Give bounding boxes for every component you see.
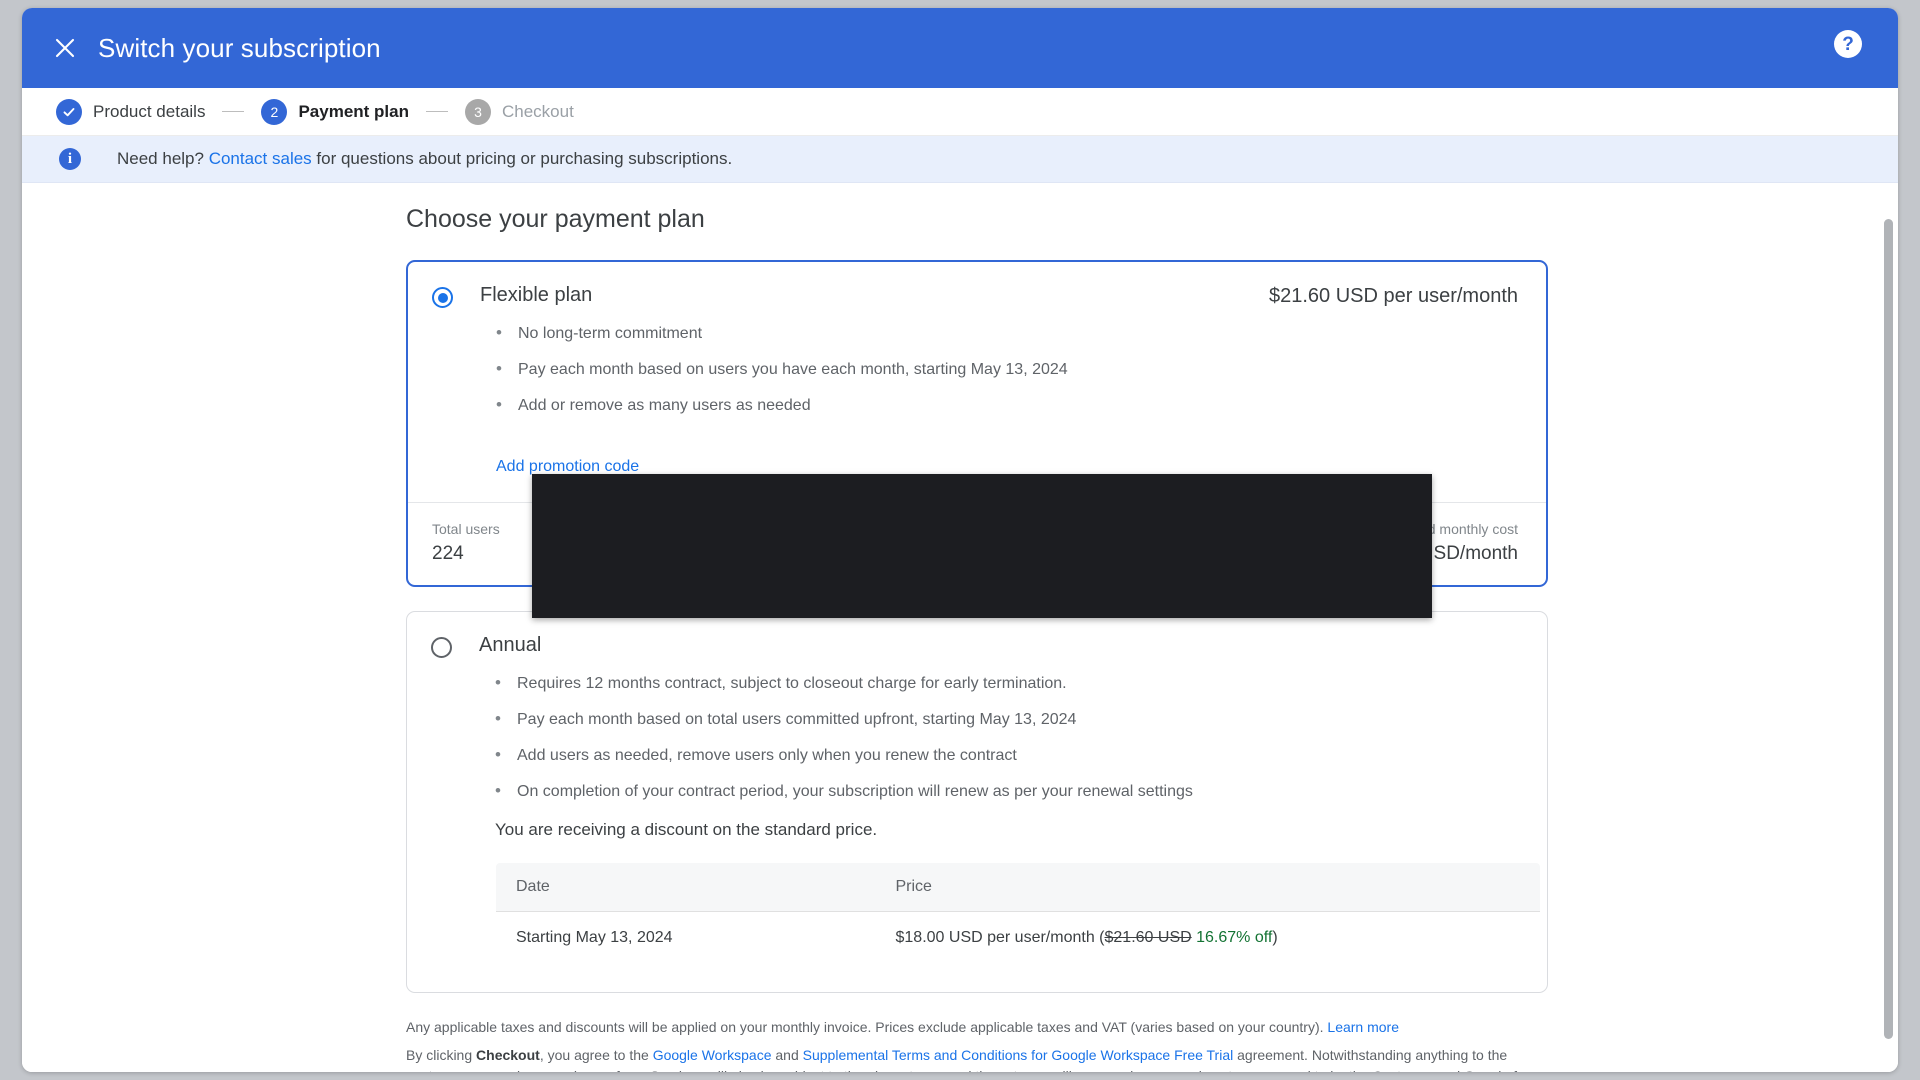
plan-flexible-name: Flexible plan [480, 284, 593, 306]
info-banner-text: Need help? Contact sales for questions a… [117, 149, 732, 169]
total-users-value: 224 [432, 543, 464, 564]
price-strikethrough: $21.60 USD [1104, 929, 1192, 946]
plan-flexible-price: $21.60 USD per user/month [1268, 285, 1518, 307]
dialog-header: Switch your subscription ? [22, 8, 1898, 88]
total-users-block: Total users 224 [432, 521, 500, 565]
plan-card-annual-body: Annual Requires 12 months contract, subj… [407, 612, 1547, 992]
annual-price-table-body: Starting May 13, 2024 $18.00 USD per use… [496, 911, 1540, 965]
section-title: Choose your payment plan [406, 205, 705, 233]
plan-annual-header: Annual [431, 634, 1519, 658]
learn-more-link[interactable]: Learn more [1327, 1019, 1399, 1035]
list-item: Add or remove as many users as needed [496, 396, 1518, 414]
page-title: Switch your subscription [98, 32, 381, 63]
stepper: Product details 2 Payment plan 3 Checkou… [22, 88, 1898, 136]
plan-annual-name: Annual [479, 634, 542, 656]
vertical-scrollbar-thumb[interactable] [1884, 219, 1893, 1039]
stepper-separator [222, 111, 245, 112]
stepper-label-payment-plan: Payment plan [298, 101, 409, 121]
discount-note: You are receiving a discount on the stan… [495, 820, 878, 839]
list-item: Pay each month based on total users comm… [495, 710, 1519, 728]
plan-flexible-bullets: No long-term commitment Pay each month b… [496, 324, 1518, 414]
column-header-date: Date [496, 863, 876, 912]
column-header-price: Price [875, 863, 1540, 912]
radio-flexible-plan[interactable] [432, 287, 453, 308]
stepper-label-checkout: Checkout [502, 101, 574, 121]
help-icon[interactable]: ? [1834, 30, 1862, 58]
price-end: ) [1272, 929, 1278, 946]
stepper-step-product-details[interactable]: Product details [56, 98, 206, 125]
plan-card-flexible-body: Flexible plan $21.60 USD per user/month … [408, 262, 1546, 502]
step-badge-done [56, 98, 82, 125]
contact-sales-link[interactable]: Contact sales [209, 149, 312, 168]
stepper-separator [426, 111, 448, 112]
legal-taxes-text: Any applicable taxes and discounts will … [406, 1019, 1328, 1035]
legal-terms-c: and [771, 1047, 803, 1064]
info-banner: i Need help? Contact sales for questions… [22, 136, 1898, 183]
close-icon[interactable] [48, 31, 82, 65]
total-users-label: Total users [432, 521, 500, 537]
legal-terms-b: , you agree to the [539, 1047, 653, 1064]
redaction-overlay [532, 474, 1432, 618]
list-item: Requires 12 months contract, subject to … [495, 674, 1519, 692]
step-badge-current: 2 [261, 98, 288, 125]
price-main: $18.00 USD per user/month ( [895, 929, 1105, 946]
info-icon: i [59, 148, 81, 170]
legal-line-terms: By clicking Checkout, you agree to the G… [406, 1045, 1548, 1072]
stepper-label-product-details: Product details [93, 101, 206, 121]
stepper-step-checkout[interactable]: 3 Checkout [465, 98, 574, 125]
legal-checkout-bold: Checkout [476, 1047, 540, 1064]
switch-subscription-dialog: Switch your subscription ? Product detai… [22, 8, 1898, 1072]
list-item: No long-term commitment [496, 324, 1518, 342]
legal-terms-a: By clicking [406, 1047, 477, 1064]
table-row: Starting May 13, 2024 $18.00 USD per use… [496, 911, 1540, 965]
info-text-after: for questions about pricing or purchasin… [311, 149, 733, 168]
price-discount-percent: 16.67% off [1196, 929, 1273, 946]
table-header-row: Date Price [496, 863, 1540, 912]
legal-line-taxes: Any applicable taxes and discounts will … [406, 1017, 1548, 1037]
help-icon-glyph: ? [1842, 33, 1854, 55]
dialog-body: Choose your payment plan Flexible plan $… [22, 183, 1898, 1072]
plan-annual-bullets: Requires 12 months contract, subject to … [495, 674, 1519, 800]
legal-text: Any applicable taxes and discounts will … [406, 1017, 1548, 1072]
info-icon-glyph: i [67, 150, 73, 167]
cell-price: $18.00 USD per user/month ($21.60 USD 16… [875, 911, 1540, 965]
cell-date: Starting May 13, 2024 [496, 911, 876, 965]
annual-price-table-head: Date Price [496, 863, 1540, 912]
payment-plan-content: Choose your payment plan Flexible plan $… [22, 183, 1898, 1072]
supplemental-terms-link[interactable]: Supplemental Terms and Conditions for Go… [803, 1047, 1234, 1063]
list-item: On completion of your contract period, y… [495, 782, 1519, 800]
plan-flexible-header: Flexible plan $21.60 USD per user/month [432, 284, 1518, 308]
radio-annual-plan[interactable] [431, 637, 452, 658]
step-badge-future: 3 [465, 98, 491, 125]
vertical-scrollbar-track[interactable] [1881, 183, 1895, 1072]
list-item: Add users as needed, remove users only w… [495, 746, 1519, 764]
stepper-step-payment-plan[interactable]: 2 Payment plan [261, 98, 409, 125]
info-text-before: Need help? [117, 149, 209, 168]
plan-card-annual[interactable]: Annual Requires 12 months contract, subj… [406, 611, 1548, 993]
annual-price-table: Date Price Starting May 13, 2024 $18.00 … [495, 862, 1541, 966]
google-workspace-link[interactable]: Google Workspace [653, 1047, 772, 1063]
list-item: Pay each month based on users you have e… [496, 360, 1518, 378]
